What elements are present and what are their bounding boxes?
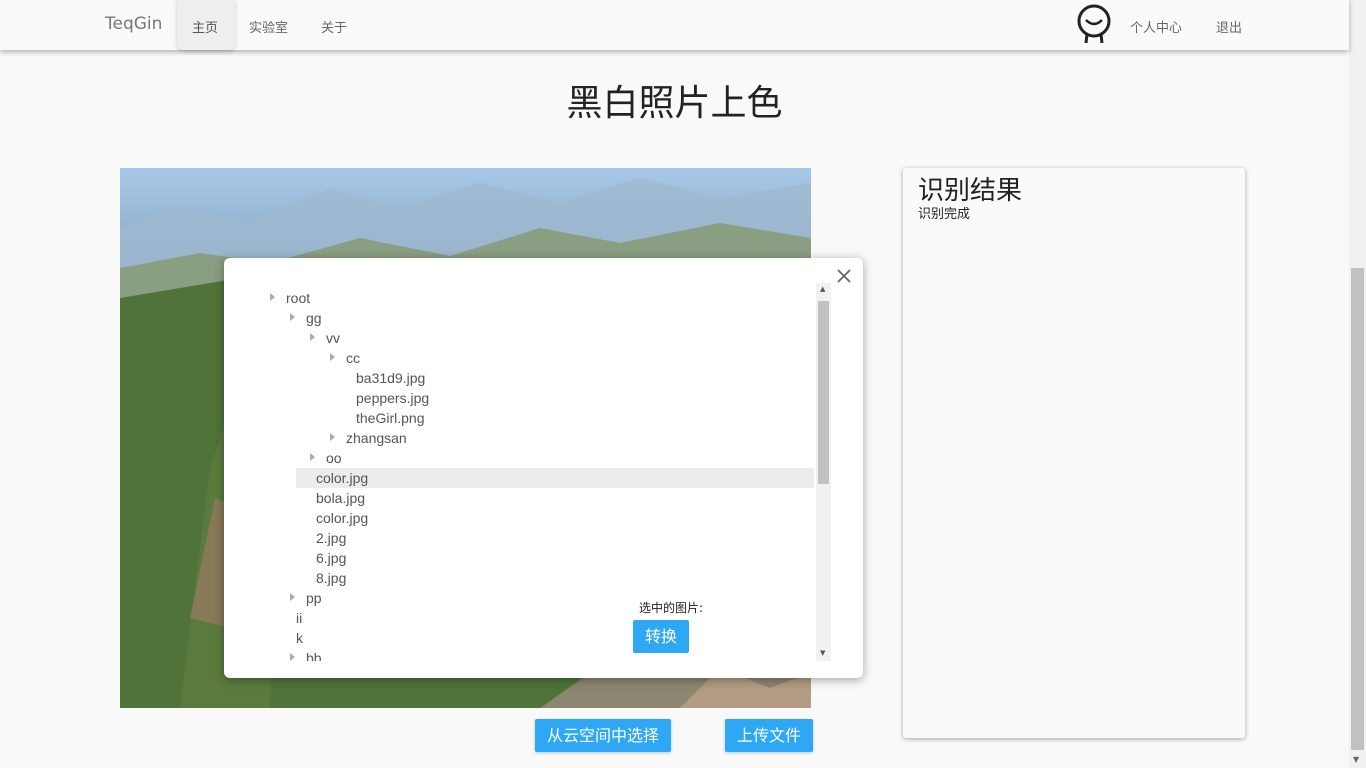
tree-file[interactable]: bola.jpg: [254, 488, 814, 508]
nav-item-logout[interactable]: 退出: [1216, 17, 1242, 36]
page-title: 黑白照片上色: [566, 83, 783, 124]
nav-item-home-label: 主页: [192, 21, 219, 36]
smiley-face-icon[interactable]: [1075, 2, 1113, 46]
brand-logo[interactable]: TeqGin: [105, 14, 162, 34]
tree-item-label: oo: [326, 450, 342, 466]
selected-image-label: 选中的图片:: [639, 601, 704, 615]
tree-file[interactable]: 8.jpg: [254, 568, 814, 588]
result-title: 识别结果: [918, 176, 1023, 206]
tree-item-label: color.jpg: [316, 510, 369, 526]
tree-file[interactable]: ba31d9.jpg: [254, 368, 814, 388]
tree-item-label: ii: [296, 610, 303, 626]
caret-right-icon[interactable]: [290, 313, 295, 321]
tree-file[interactable]: theGirl.png: [254, 408, 814, 428]
scroll-down-arrow-icon[interactable]: ▼: [1353, 755, 1359, 764]
caret-right-icon[interactable]: [330, 433, 335, 441]
tree-file[interactable]: peppers.jpg: [254, 388, 814, 408]
tree-file[interactable]: k: [254, 628, 814, 648]
caret-right-icon[interactable]: [310, 333, 315, 341]
tree-item-label: zhangsan: [346, 430, 407, 446]
tree-item-label: peppers.jpg: [356, 390, 430, 406]
result-status: 识别完成: [918, 207, 971, 222]
file-tree[interactable]: root gg vv cc ba31d9.jpg peppers.jpg theGirl.p…: [254, 283, 831, 661]
caret-right-icon[interactable]: [310, 453, 315, 461]
tree-folder[interactable]: oo: [254, 448, 814, 468]
convert-button[interactable]: 转换: [633, 620, 689, 653]
tree-file[interactable]: color.jpg: [254, 508, 814, 528]
scroll-up-arrow-icon[interactable]: ▲: [820, 285, 825, 293]
upload-file-button[interactable]: 上传文件: [725, 719, 813, 752]
file-picker-dialog: root gg vv cc ba31d9.jpg peppers.jpg theGirl.p…: [224, 258, 863, 678]
tree-item-label: bb: [306, 650, 322, 661]
tree-item-label: ba31d9.jpg: [356, 370, 426, 386]
page-scrollbar-thumb[interactable]: [1351, 268, 1364, 750]
caret-right-icon[interactable]: [290, 593, 295, 601]
tree-item-label: 6.jpg: [316, 550, 347, 566]
tree-item-label: root: [286, 290, 311, 306]
tree-item-label: color.jpg: [316, 470, 369, 486]
tree-item-label: 2.jpg: [316, 530, 347, 546]
nav-item-about[interactable]: 关于: [321, 17, 347, 36]
tree-folder[interactable]: vv: [254, 328, 814, 348]
tree-file[interactable]: ii: [254, 608, 814, 628]
result-panel: 识别结果 识别完成: [903, 168, 1245, 738]
tree-item-label: gg: [306, 310, 322, 326]
caret-right-icon[interactable]: [290, 653, 295, 661]
nav-item-home[interactable]: 主页: [177, 0, 235, 50]
tree-folder[interactable]: root: [254, 288, 814, 308]
tree-item-label: theGirl.png: [356, 410, 425, 426]
tree-folder[interactable]: pp: [254, 588, 814, 608]
caret-right-icon[interactable]: [270, 293, 275, 301]
tree-item-label: k: [296, 630, 303, 646]
tree-item-label: pp: [306, 590, 322, 606]
tree-file[interactable]: 6.jpg: [254, 548, 814, 568]
tree-folder[interactable]: cc: [254, 348, 814, 368]
nav-item-lab[interactable]: 实验室: [249, 17, 288, 36]
tree-scrollbar-thumb[interactable]: [818, 301, 829, 484]
caret-right-icon[interactable]: [330, 353, 335, 361]
tree-folder[interactable]: gg: [254, 308, 814, 328]
tree-folder[interactable]: bb: [254, 648, 814, 661]
scroll-down-arrow-icon[interactable]: ▼: [820, 649, 825, 657]
tree-item-label: bola.jpg: [316, 490, 366, 506]
tree-file[interactable]: color.jpg: [296, 468, 814, 488]
tree-folder[interactable]: zhangsan: [254, 428, 814, 448]
tree-file[interactable]: 2.jpg: [254, 528, 814, 548]
tree-item-label: 8.jpg: [316, 570, 347, 586]
choose-from-cloud-button[interactable]: 从云空间中选择: [535, 719, 671, 752]
tree-item-label: vv: [326, 330, 340, 346]
top-navbar: TeqGin 主页 实验室 关于 个人中心 退出: [0, 0, 1349, 50]
nav-item-profile[interactable]: 个人中心: [1130, 17, 1182, 36]
tree-item-label: cc: [346, 350, 360, 366]
close-icon[interactable]: [834, 266, 854, 286]
